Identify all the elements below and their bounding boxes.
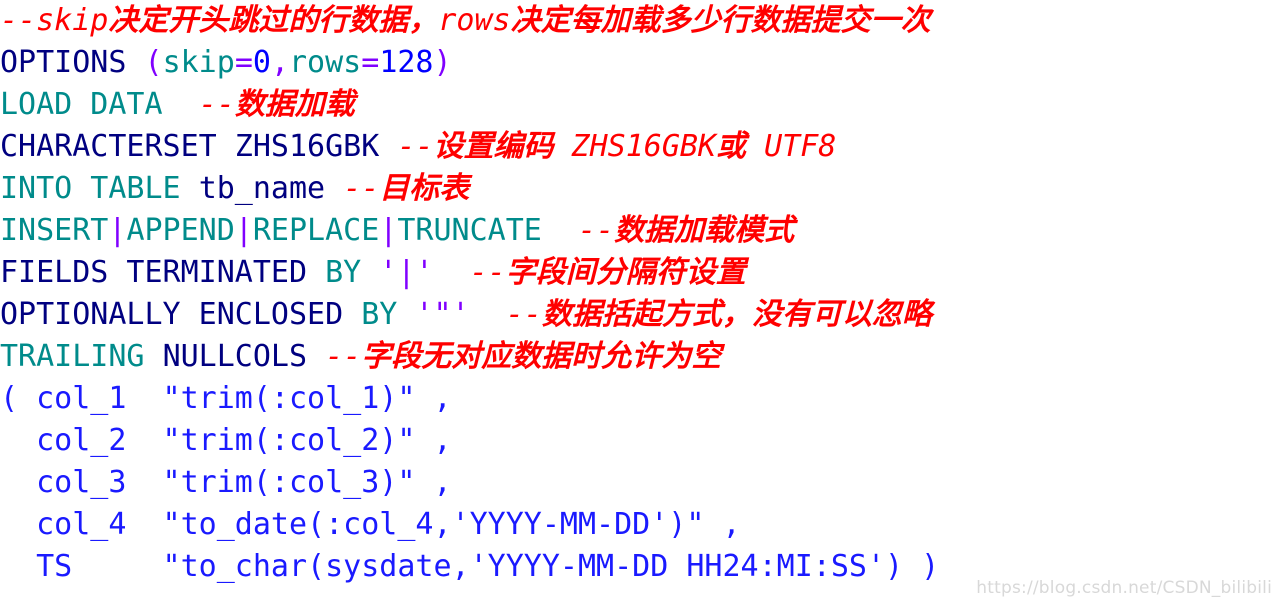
line-5-into-table: INTO TABLE tb_name --目标表 [0,168,1278,210]
line-11-col-2: col_2 "trim(:col_2)" , [0,420,1278,462]
code-token: , [270,45,289,80]
line-13-col-4: col_4 "to_date(:col_4,'YYYY-MM-DD')" , [0,504,1278,546]
code-token: -- [325,339,362,374]
code-token: -- [469,255,506,290]
code-token: 设置编码 [433,129,554,164]
code-token: --skip [0,3,109,38]
code-token: 字段无对应数据时允许为空 [361,339,722,374]
line-4-characterset: CHARACTERSET ZHS16GBK --设置编码 ZHS16GBK或 U… [0,126,1278,168]
code-token: 128 [379,45,434,80]
code-token: CHARACTERSET ZHS16GBK [0,129,380,164]
code-token: FIELDS TERMINATED [0,255,308,290]
code-token: TRUNCATE [397,213,542,248]
line-10-col-1: ( col_1 "trim(:col_1)" , [0,378,1278,420]
code-token: NULLCOLS [162,339,308,374]
code-token: REPLACE [252,213,380,248]
code-token: | [108,213,127,248]
line-2-options: OPTIONS (skip=0,rows=128) [0,42,1278,84]
code-token: col_3 "trim(:col_3)" , [0,465,452,500]
code-token: LOAD DATA [0,87,163,122]
code-token: '|' [379,255,434,290]
code-token: ZHS16GBK [553,129,717,164]
code-token: ( [144,45,163,80]
code-token: INSERT [0,213,109,248]
code-token: = [234,45,253,80]
code-token: BY [361,297,398,332]
code-token: 数据括起方式，没有可以忽略 [541,297,932,332]
code-token: INTO TABLE [0,171,181,206]
code-token: OPTIONALLY ENCLOSED [0,297,344,332]
code-token: col_2 "trim(:col_2)" , [0,423,452,458]
code-token: '"' [415,297,470,332]
code-token: -- [198,87,235,122]
code-token: | [234,213,253,248]
code-token: 目标表 [379,171,470,206]
code-token: tb_name [198,171,326,206]
code-token: 决定每加载多少行数据提交一次 [510,3,931,38]
code-block: --skip决定开头跳过的行数据，rows决定每加载多少行数据提交一次 OPTIO… [0,0,1278,602]
code-token: 数据加载 [234,87,355,122]
code-token: skip [162,45,235,80]
code-token: | [379,213,398,248]
code-token: APPEND [126,213,235,248]
code-token: OPTIONS [0,45,127,80]
code-token: rows [438,3,511,38]
line-6-load-mode: INSERT|APPEND|REPLACE|TRUNCATE --数据加载模式 [0,210,1278,252]
code-token: 0 [252,45,271,80]
code-token: ) [433,45,452,80]
code-token: UTF8 [746,129,837,164]
code-token: 数据加载模式 [614,213,795,248]
line-8-optionally-enclosed: OPTIONALLY ENCLOSED BY '"' --数据括起方式，没有可以… [0,294,1278,336]
code-token: 或 [716,129,747,164]
line-14-ts: TS "to_char(sysdate,'YYYY-MM-DD HH24:MI:… [0,546,1278,588]
code-token: -- [343,171,380,206]
code-token: -- [505,297,542,332]
code-token: 决定开头跳过的行数据， [108,3,439,38]
line-7-fields-terminated: FIELDS TERMINATED BY '|' --字段间分隔符设置 [0,252,1278,294]
code-token: TS "to_char(sysdate,'YYYY-MM-DD HH24:MI:… [0,549,940,584]
code-token: = [361,45,380,80]
line-12-col-3: col_3 "trim(:col_3)" , [0,462,1278,504]
code-token: 字段间分隔符设置 [505,255,746,290]
line-3-load-data: LOAD DATA --数据加载 [0,84,1278,126]
code-token: -- [397,129,434,164]
code-token: TRAILING [0,339,145,374]
line-1-skip-rows-comment: --skip决定开头跳过的行数据，rows决定每加载多少行数据提交一次 [0,0,1278,42]
code-token: -- [578,213,615,248]
code-token: col_4 "to_date(:col_4,'YYYY-MM-DD')" , [0,507,741,542]
line-9-trailing-nullcols: TRAILING NULLCOLS --字段无对应数据时允许为空 [0,336,1278,378]
code-token: rows [289,45,362,80]
code-token: BY [325,255,362,290]
code-token: ( col_1 "trim(:col_1)" , [0,381,452,416]
